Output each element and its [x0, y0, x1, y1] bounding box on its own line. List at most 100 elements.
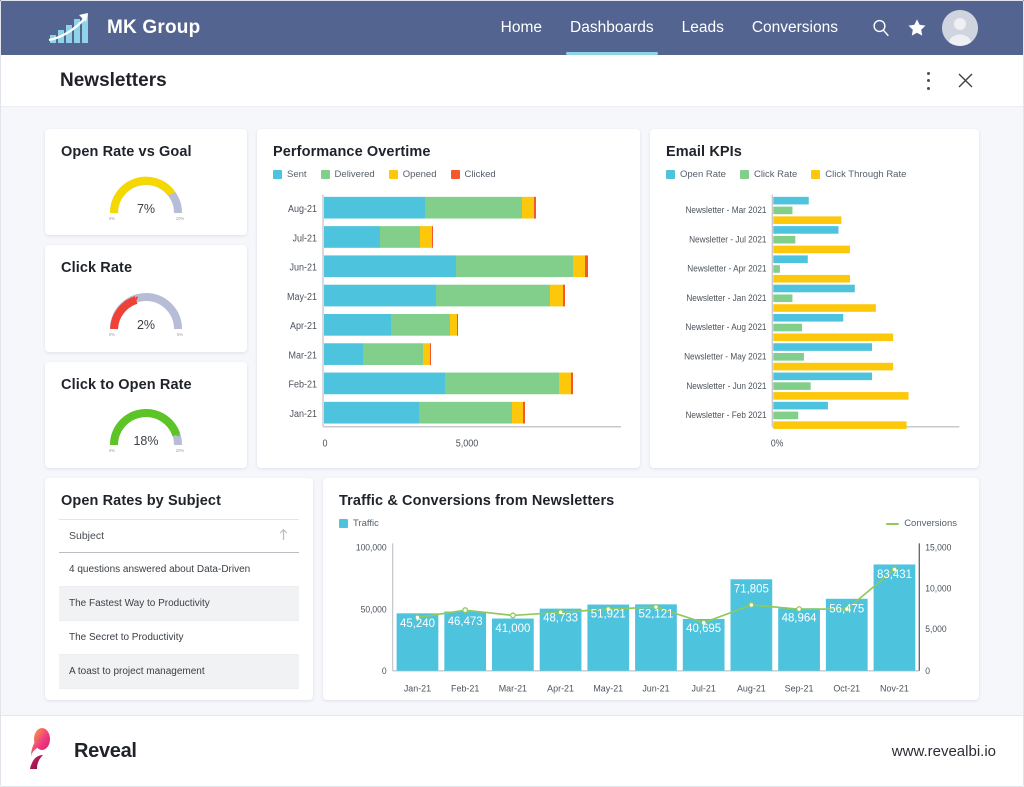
- widget-title: Traffic & Conversions from Newsletters: [339, 493, 615, 509]
- xtick-apr21: Apr-21: [547, 683, 574, 693]
- brand-name: MK Group: [107, 16, 201, 38]
- nav-item-conversions[interactable]: Conversions: [738, 0, 852, 55]
- dashboard-app: MK Group Home Dashboards Leads Conversio…: [0, 0, 1024, 787]
- dashboard-row-2: Open Rates by Subject Subject 4 question…: [45, 478, 979, 700]
- widget-open-rate-vs-goal: Open Rate vs Goal 7% 0% 10%: [45, 129, 247, 236]
- widget-traffic-conversions: Traffic & Conversions from Newsletters T…: [323, 478, 979, 700]
- bar-group-apr21: [324, 313, 458, 336]
- bar-group-jan21: [324, 401, 525, 424]
- xtick-0: 0: [322, 438, 327, 448]
- legend-label: Clicked: [464, 169, 496, 180]
- bar-group-jul-2021: [773, 226, 850, 254]
- ytick-right-10000: 10,000: [925, 583, 951, 593]
- axis-label-aug-2021: Newsletter - Aug 2021: [685, 322, 766, 333]
- chart-traffic-conversions[interactable]: 100,000 50,000 0 15,000 10,000 5,000 0 4…: [335, 535, 967, 700]
- axis-label-jan21: Jan-21: [290, 409, 317, 419]
- axis-label-aug21: Aug-21: [288, 204, 317, 214]
- axis-label-mar-2021: Newsletter - Mar 2021: [685, 205, 766, 216]
- star-icon[interactable]: [906, 17, 928, 39]
- xtick-jul21: Jul-21: [692, 683, 716, 693]
- legend-label: Sent: [287, 169, 307, 180]
- gauge-value: 2%: [137, 318, 155, 332]
- page-title: Newsletters: [60, 69, 167, 91]
- more-options-icon[interactable]: [926, 71, 930, 90]
- table-row[interactable]: The Fastest Way to Productivity: [59, 587, 299, 621]
- bar-label-feb21: 46,473: [448, 615, 483, 628]
- bar-label-oct21: 56,475: [829, 602, 864, 615]
- widget-title: Click to Open Rate: [61, 376, 192, 393]
- ytick-right-15000: 15,000: [925, 542, 951, 552]
- ytick-left-50000: 50,000: [361, 604, 387, 614]
- table-header-row[interactable]: Subject: [59, 519, 299, 553]
- axis-label-jan-2021: Newsletter - Jan 2021: [686, 292, 766, 303]
- legend-label: Opened: [402, 169, 437, 180]
- legend-swatch-traffic: [339, 519, 348, 528]
- bar-label-aug21: 71,805: [734, 582, 769, 595]
- bar-label-apr21: 48,733: [543, 611, 578, 624]
- legend-item-traffic[interactable]: Traffic: [339, 518, 379, 529]
- bar-group-feb-2021: [773, 401, 907, 429]
- legend-label: Delivered: [334, 169, 375, 180]
- gauge-open-rate: 7% 0% 10%: [45, 160, 247, 235]
- widget-open-rates-by-subject: Open Rates by Subject Subject 4 question…: [45, 478, 313, 700]
- legend-item-clicked[interactable]: Clicked: [450, 169, 496, 180]
- brand-logo-group[interactable]: MK Group: [48, 11, 200, 45]
- gauge-min-label: 0%: [109, 448, 115, 453]
- close-icon[interactable]: [954, 70, 976, 92]
- xtick-mar21: Mar-21: [499, 683, 527, 693]
- legend-item-conversions[interactable]: Conversions: [886, 518, 957, 529]
- xtick-nov21: Nov-21: [880, 683, 909, 693]
- legend-swatch-click-through-rate: [811, 170, 821, 179]
- bar-label-nov21: 83,431: [877, 568, 912, 581]
- gauge-click-to-open-rate: 18% 0% 20%: [45, 393, 247, 468]
- legend-swatch-sent: [273, 170, 282, 179]
- table-row[interactable]: 4 questions answered about Data-Driven: [59, 553, 299, 587]
- xtick-jun21: Jun-21: [642, 683, 669, 693]
- bar-group-jun21: [324, 255, 588, 278]
- legend-item-sent[interactable]: Sent: [273, 169, 307, 180]
- axis-label-may21: May-21: [287, 292, 317, 302]
- table-row[interactable]: The Secret to Productivity: [59, 621, 299, 655]
- axis-label-apr-2021: Newsletter - Apr 2021: [687, 263, 766, 274]
- legend-item-delivered[interactable]: Delivered: [320, 169, 375, 180]
- legend-item-opened[interactable]: Opened: [388, 169, 437, 180]
- bar-group-may21: [324, 284, 565, 307]
- bar-group-jul21: [324, 226, 433, 248]
- nav-item-dashboards[interactable]: Dashboards: [556, 0, 668, 55]
- column-header-subject: Subject: [69, 530, 105, 542]
- bar-label-jan21: 45,240: [400, 617, 435, 630]
- xtick-5000: 5,000: [456, 438, 478, 448]
- widget-title: Performance Overtime: [273, 144, 431, 160]
- sort-ascending-icon[interactable]: [278, 528, 289, 544]
- subject-table: Subject 4 questions answered about Data-…: [59, 519, 299, 689]
- xtick-may21: May-21: [593, 683, 623, 693]
- nav-item-home[interactable]: Home: [487, 0, 556, 55]
- chart-performance-overtime[interactable]: Aug-21 Jul-21 Jun-21 May-21 Apr-21 Mar-2…: [269, 186, 628, 468]
- legend-item-click-rate[interactable]: Click Rate: [739, 169, 798, 180]
- mk-group-chart-logo-icon: [48, 11, 100, 45]
- legend-swatch-click-rate: [739, 170, 749, 179]
- chart-email-kpis[interactable]: Newsletter - Mar 2021 Newsletter - Jul 2…: [662, 186, 967, 468]
- top-navigation-bar: MK Group Home Dashboards Leads Conversio…: [0, 0, 1024, 55]
- legend-label: Click Rate: [753, 169, 798, 180]
- gauge-min-label: 0%: [109, 332, 115, 337]
- gauge-min-label: 0%: [109, 216, 115, 221]
- bar-label-mar21: 41,000: [495, 622, 530, 635]
- widget-performance-overtime: Performance Overtime Sent Delivered Open…: [257, 129, 640, 468]
- bar-group-mar-2021: [773, 196, 842, 224]
- table-row[interactable]: A toast to project management: [59, 655, 299, 689]
- search-icon[interactable]: [870, 17, 892, 39]
- nav-item-leads[interactable]: Leads: [668, 0, 738, 55]
- widget-click-rate: Click Rate 2% 0% 5%: [45, 245, 247, 352]
- legend-item-open-rate[interactable]: Open Rate: [666, 169, 726, 180]
- footer-url[interactable]: www.revealbi.io: [892, 743, 996, 760]
- axis-label-jun21: Jun-21: [290, 262, 317, 272]
- bar-group-aug21: [324, 196, 536, 219]
- legend-item-click-through-rate[interactable]: Click Through Rate: [811, 169, 906, 180]
- avatar[interactable]: [942, 9, 978, 46]
- axis-label-jun-2021: Newsletter - Jun 2021: [686, 380, 766, 391]
- axis-label-feb-2021: Newsletter - Feb 2021: [685, 410, 766, 421]
- legend-traffic: Traffic Conversions: [323, 509, 979, 529]
- titlebar-actions: [926, 70, 976, 92]
- legend-label: Open Rate: [680, 169, 726, 180]
